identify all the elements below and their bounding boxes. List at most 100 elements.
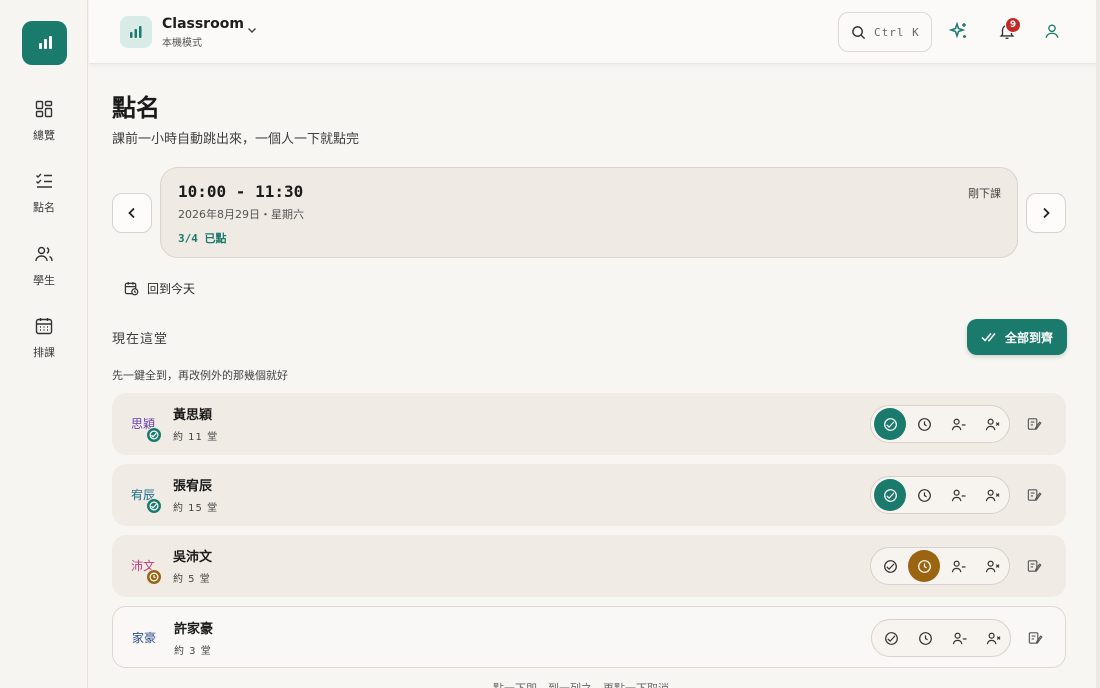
note-button[interactable] <box>1025 628 1045 648</box>
back-to-today-button[interactable]: 回到今天 <box>124 280 195 297</box>
all-present-label: 全部到齊 <box>1004 330 1053 345</box>
sidebar-item-schedule[interactable]: 排課 <box>0 316 88 360</box>
session-date: 2026年8月29日・星期六 <box>178 208 304 221</box>
avatar: 家豪 <box>131 631 156 645</box>
clock-icon <box>917 559 931 573</box>
user-x-icon <box>985 560 999 572</box>
present-button[interactable] <box>875 622 907 654</box>
attendance-toggle <box>870 405 1010 443</box>
previous-session-button[interactable] <box>112 193 152 233</box>
sidebar: 總覽 點名 學生 排課 <box>0 0 88 688</box>
present-button[interactable] <box>874 550 906 582</box>
double-check-icon <box>981 333 996 342</box>
page-title: 點名 <box>112 94 160 122</box>
chevron-right-icon <box>1043 207 1050 219</box>
next-session-button[interactable] <box>1026 193 1066 233</box>
edit-note-icon <box>1027 489 1042 501</box>
workspace-mode: 本機模式 <box>162 38 202 49</box>
check-circle-icon <box>883 417 897 431</box>
note-button[interactable] <box>1024 485 1044 505</box>
late-button[interactable] <box>908 408 940 440</box>
sidebar-item-overview[interactable]: 總覽 <box>0 99 88 143</box>
late-button[interactable] <box>908 479 940 511</box>
student-session-count: 約 15 堂 <box>173 503 219 514</box>
sidebar-item-students[interactable]: 學生 <box>0 244 88 288</box>
attendance-toggle <box>871 619 1011 657</box>
absent-button[interactable] <box>977 622 1009 654</box>
chevron-down-icon[interactable] <box>246 24 258 36</box>
session-attendance-count: 3/4 已點 <box>178 232 227 245</box>
leave-button[interactable] <box>942 479 974 511</box>
workspace-title[interactable]: Classroom <box>162 16 244 32</box>
attendance-toggle <box>870 476 1010 514</box>
absent-button[interactable] <box>976 479 1008 511</box>
ai-sparkle-button[interactable] <box>948 20 970 42</box>
notification-badge: 9 <box>1005 17 1021 33</box>
check-circle-icon <box>149 501 159 511</box>
leave-button[interactable] <box>943 622 975 654</box>
student-name: 吳沛文 <box>173 550 213 565</box>
late-badge <box>146 569 162 585</box>
present-badge <box>146 498 162 514</box>
profile-button[interactable] <box>1041 20 1063 42</box>
user-icon <box>1045 24 1059 38</box>
note-button[interactable] <box>1024 414 1044 434</box>
section-hint: 先一鍵全到，再改例外的那幾個就好 <box>112 369 288 382</box>
search-icon <box>852 25 866 39</box>
student-session-count: 約 3 堂 <box>174 646 212 657</box>
check-circle-icon <box>883 559 897 573</box>
user-minus-icon <box>951 418 966 430</box>
leave-button[interactable] <box>942 408 974 440</box>
user-x-icon <box>985 418 999 430</box>
edit-note-icon <box>1027 560 1042 572</box>
user-minus-icon <box>951 560 966 572</box>
app-logo[interactable] <box>22 21 67 65</box>
top-header: Classroom 本機模式 Ctrl K 9 <box>89 0 1100 64</box>
late-button[interactable] <box>908 550 940 582</box>
check-circle-icon <box>883 488 897 502</box>
check-circle-icon <box>149 430 159 440</box>
bar-chart-icon <box>38 36 52 49</box>
leave-button[interactable] <box>942 550 974 582</box>
dashboard-icon <box>35 100 53 118</box>
edit-note-icon <box>1028 632 1043 644</box>
student-name: 張宥辰 <box>173 479 213 494</box>
student-row: 宥辰 張宥辰約 15 堂 <box>112 464 1066 526</box>
section-title: 現在這堂 <box>112 332 169 347</box>
present-button[interactable] <box>874 479 906 511</box>
session-time: 10:00 - 11:30 <box>178 182 304 201</box>
all-present-button[interactable]: 全部到齊 <box>967 319 1067 355</box>
user-x-icon <box>986 632 1000 644</box>
sidebar-item-attendance[interactable]: 點名 <box>0 171 88 215</box>
back-to-today-label: 回到今天 <box>147 282 196 296</box>
clock-icon <box>917 417 931 431</box>
checklist-icon <box>36 173 52 188</box>
user-minus-icon <box>952 632 967 644</box>
absent-button[interactable] <box>976 408 1008 440</box>
present-button[interactable] <box>874 408 906 440</box>
student-row: 家豪 許家豪約 3 堂 <box>112 606 1066 668</box>
sparkles-icon <box>949 21 966 39</box>
note-button[interactable] <box>1024 556 1044 576</box>
sidebar-item-label: 學生 <box>33 274 55 287</box>
student-row: 思穎 黃思穎約 11 堂 <box>112 393 1066 455</box>
clock-icon <box>918 631 932 645</box>
late-button[interactable] <box>909 622 941 654</box>
chevron-left-icon <box>128 207 135 219</box>
search-button[interactable]: Ctrl K <box>838 12 932 52</box>
sidebar-item-label: 排課 <box>33 346 55 359</box>
absent-button[interactable] <box>976 550 1008 582</box>
workspace-icon <box>120 16 152 48</box>
student-name: 黃思穎 <box>173 408 213 423</box>
page-subtitle: 課前一小時自動跳出來，一個人一下就點完 <box>112 132 360 147</box>
student-session-count: 約 5 堂 <box>173 574 211 585</box>
clock-icon <box>917 488 931 502</box>
student-row: 沛文 吳沛文約 5 堂 <box>112 535 1066 597</box>
user-x-icon <box>985 489 999 501</box>
user-minus-icon <box>951 489 966 501</box>
edit-note-icon <box>1027 418 1042 430</box>
student-session-count: 約 11 堂 <box>173 432 219 443</box>
student-name: 許家豪 <box>174 622 214 637</box>
scrollbar[interactable] <box>1096 0 1100 688</box>
footer-hint: 點一下即，到一列之，再點一下取消 <box>493 680 669 688</box>
